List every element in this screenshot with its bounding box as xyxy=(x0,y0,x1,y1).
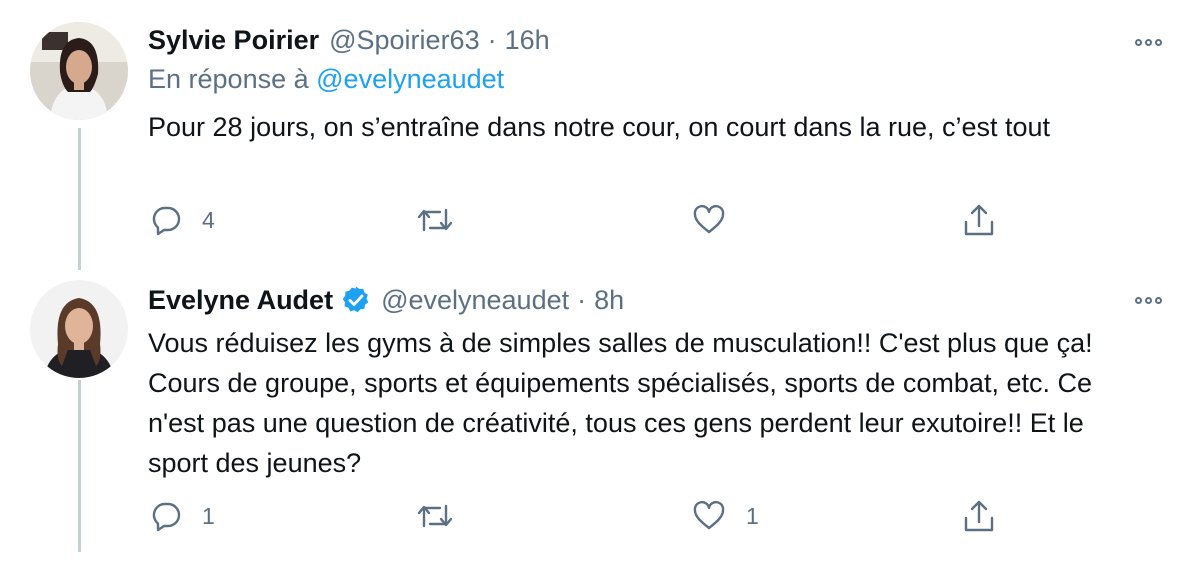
reply-button[interactable]: 4 xyxy=(150,204,215,236)
heart-icon xyxy=(693,500,725,530)
heart-icon xyxy=(693,204,725,234)
author-handle[interactable]: @evelyneaudet xyxy=(381,285,569,316)
reply-icon xyxy=(152,206,181,236)
reply-context: En réponse à @evelyneaudet xyxy=(148,64,504,95)
retweet-button[interactable] xyxy=(416,204,474,236)
timestamp[interactable]: 16h xyxy=(505,25,550,56)
reply-icon xyxy=(152,502,181,532)
reply-to-link[interactable]: @evelyneaudet xyxy=(316,64,504,94)
verified-badge-icon xyxy=(341,285,371,315)
dot-icon xyxy=(1144,38,1152,46)
like-count: 1 xyxy=(746,502,759,529)
reply-prefix: En réponse à xyxy=(148,64,309,94)
dot-icon xyxy=(1154,296,1162,304)
share-button[interactable] xyxy=(962,202,996,238)
retweet-icon xyxy=(417,504,453,528)
avatar[interactable] xyxy=(30,280,128,378)
dot-icon xyxy=(1154,38,1162,46)
separator-dot: · xyxy=(577,284,587,315)
dot-icon xyxy=(1134,38,1142,46)
retweet-icon xyxy=(417,208,453,232)
dot-icon xyxy=(1144,296,1152,304)
reply-button[interactable]: 1 xyxy=(150,500,215,532)
tweet-text: Vous réduisez les gyms à de simples sall… xyxy=(148,328,1093,478)
author-handle[interactable]: @Spoirier63 xyxy=(329,25,479,56)
dot-icon xyxy=(1134,296,1142,304)
share-icon xyxy=(964,500,994,532)
separator-dot: · xyxy=(487,24,497,55)
more-options-button[interactable] xyxy=(1128,30,1168,54)
reply-count: 4 xyxy=(202,206,215,233)
share-button[interactable] xyxy=(962,498,996,534)
retweet-button[interactable] xyxy=(416,500,474,532)
avatar[interactable] xyxy=(30,22,128,120)
author-name[interactable]: Sylvie Poirier xyxy=(148,25,319,56)
like-button[interactable]: 1 xyxy=(692,500,759,532)
author-name[interactable]: Evelyne Audet xyxy=(148,285,333,316)
timestamp[interactable]: 8h xyxy=(594,285,624,316)
share-icon xyxy=(964,204,994,236)
more-options-button[interactable] xyxy=(1128,288,1168,312)
thread-line xyxy=(78,128,81,270)
thread-line xyxy=(78,380,81,552)
tweet-text: Pour 28 jours, on s’entraîne dans notre … xyxy=(148,112,1051,142)
reply-count: 1 xyxy=(202,502,215,529)
like-button[interactable] xyxy=(692,204,746,236)
